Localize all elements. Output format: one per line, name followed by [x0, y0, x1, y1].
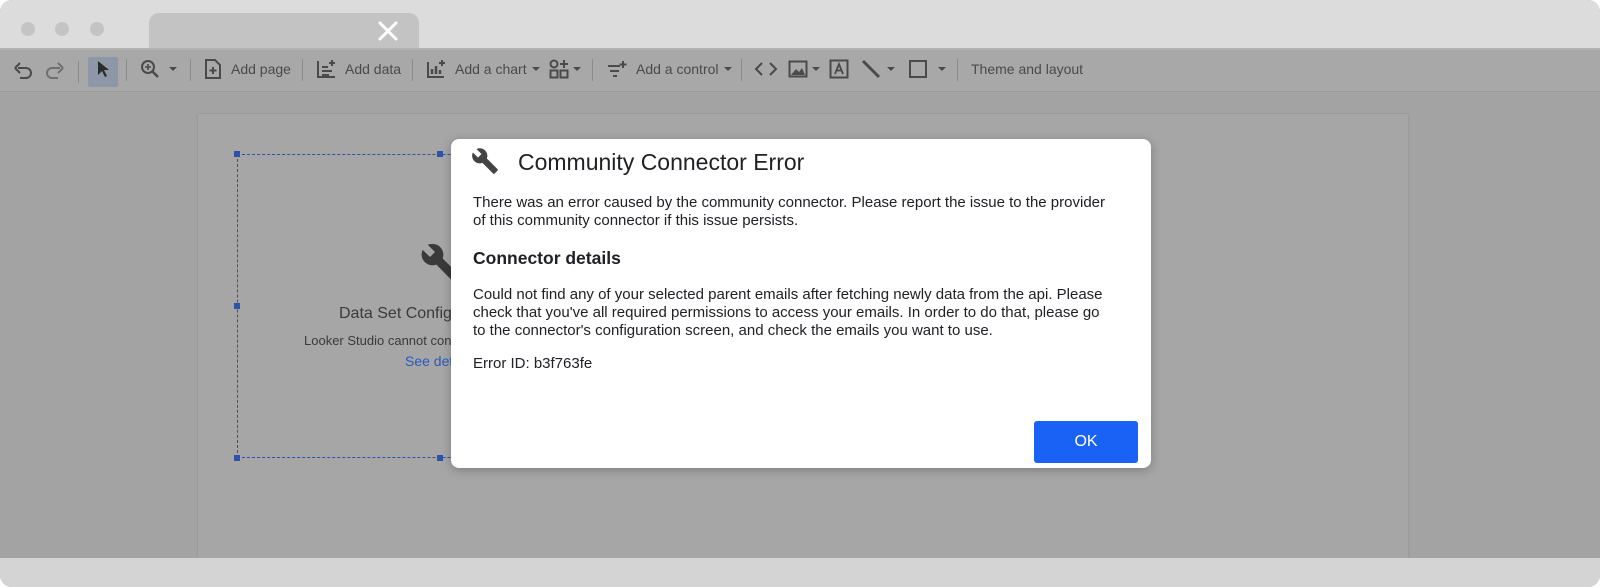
cursor-icon[interactable]: [94, 48, 112, 90]
ok-button[interactable]: OK: [1034, 421, 1138, 463]
shape-button[interactable]: [907, 48, 949, 90]
add-page-icon: [205, 59, 221, 79]
add-control-label: Add a control: [636, 61, 719, 77]
chevron-down-icon: [812, 67, 820, 71]
bottom-bar: [0, 558, 1600, 587]
chevron-down-icon: [573, 67, 581, 71]
connector-details-heading: Connector details: [473, 248, 621, 268]
ok-button-label: OK: [1074, 433, 1098, 450]
see-details-link[interactable]: See det: [405, 353, 453, 369]
connector-details-line: check that you've all required permissio…: [473, 304, 1100, 321]
toolbar-separator: [412, 59, 413, 81]
undo-icon[interactable]: [12, 50, 34, 92]
component-error-title: Data Set Config: [339, 305, 452, 322]
text-box-icon[interactable]: [828, 48, 850, 90]
dialog-title: Community Connector Error: [518, 149, 805, 175]
community-viz-button[interactable]: [548, 48, 584, 90]
image-icon: [788, 60, 808, 78]
connector-details-line: Could not find any of your selected pare…: [473, 286, 1103, 303]
connector-details-line: to the connector's configuration screen,…: [473, 322, 993, 339]
close-icon[interactable]: [375, 18, 401, 44]
theme-layout-button[interactable]: Theme and layout: [963, 48, 1083, 90]
rectangle-icon: [909, 60, 927, 78]
browser-tab[interactable]: [149, 13, 419, 49]
add-control-button[interactable]: Add a control: [606, 48, 735, 90]
add-control-icon: [608, 61, 627, 77]
toolbar-separator: [190, 59, 191, 81]
component-error-description: Looker Studio cannot con: [304, 333, 452, 348]
chevron-down-icon: [887, 67, 895, 71]
toolbar-separator: [78, 61, 79, 83]
zoom-icon: [141, 60, 159, 78]
resize-handle[interactable]: [234, 455, 240, 461]
toolbar-separator: [592, 59, 593, 81]
dialog-intro-line: There was an error caused by the communi…: [473, 194, 1105, 211]
toolbar-separator: [741, 59, 742, 81]
resize-handle[interactable]: [437, 455, 443, 461]
embed-url-icon[interactable]: [754, 48, 778, 90]
dialog-intro-line: of this community connector if this issu…: [473, 212, 799, 229]
toolbar-separator: [302, 59, 303, 81]
line-button[interactable]: [860, 48, 898, 90]
window-maximize-dot[interactable]: [90, 22, 104, 36]
browser-window: Add page Add data Add a chart Add a cont…: [0, 0, 1600, 587]
error-dialog: Community Connector Error There was an e…: [451, 139, 1151, 468]
chevron-down-icon: [531, 67, 540, 71]
error-id: Error ID: b3f763fe: [473, 355, 593, 372]
window-close-dot[interactable]: [21, 22, 35, 36]
redo-icon[interactable]: [44, 50, 66, 92]
chevron-down-icon: [723, 67, 732, 71]
toolbar-separator: [957, 59, 958, 81]
add-data-button[interactable]: Add data: [315, 48, 401, 90]
add-chart-button[interactable]: Add a chart: [425, 48, 543, 90]
image-button[interactable]: [787, 48, 823, 90]
resize-handle[interactable]: [234, 303, 240, 309]
components-icon: [549, 59, 569, 79]
zoom-button[interactable]: [139, 48, 181, 90]
add-data-label: Add data: [345, 61, 402, 77]
window-minimize-dot[interactable]: [55, 22, 69, 36]
add-chart-label: Add a chart: [455, 61, 527, 77]
toolbar-separator: [126, 59, 127, 81]
add-page-label: Add page: [231, 61, 291, 77]
chevron-down-icon: [938, 67, 946, 71]
line-icon: [861, 59, 881, 79]
theme-layout-label: Theme and layout: [971, 61, 1084, 77]
chevron-down-icon: [169, 67, 177, 71]
resize-handle[interactable]: [234, 151, 240, 157]
browser-titlebar: [0, 0, 1600, 49]
resize-handle[interactable]: [437, 151, 443, 157]
add-data-icon: [317, 60, 335, 78]
wrench-icon: [471, 147, 499, 180]
add-page-button[interactable]: Add page: [203, 48, 291, 90]
add-chart-icon: [427, 60, 445, 78]
